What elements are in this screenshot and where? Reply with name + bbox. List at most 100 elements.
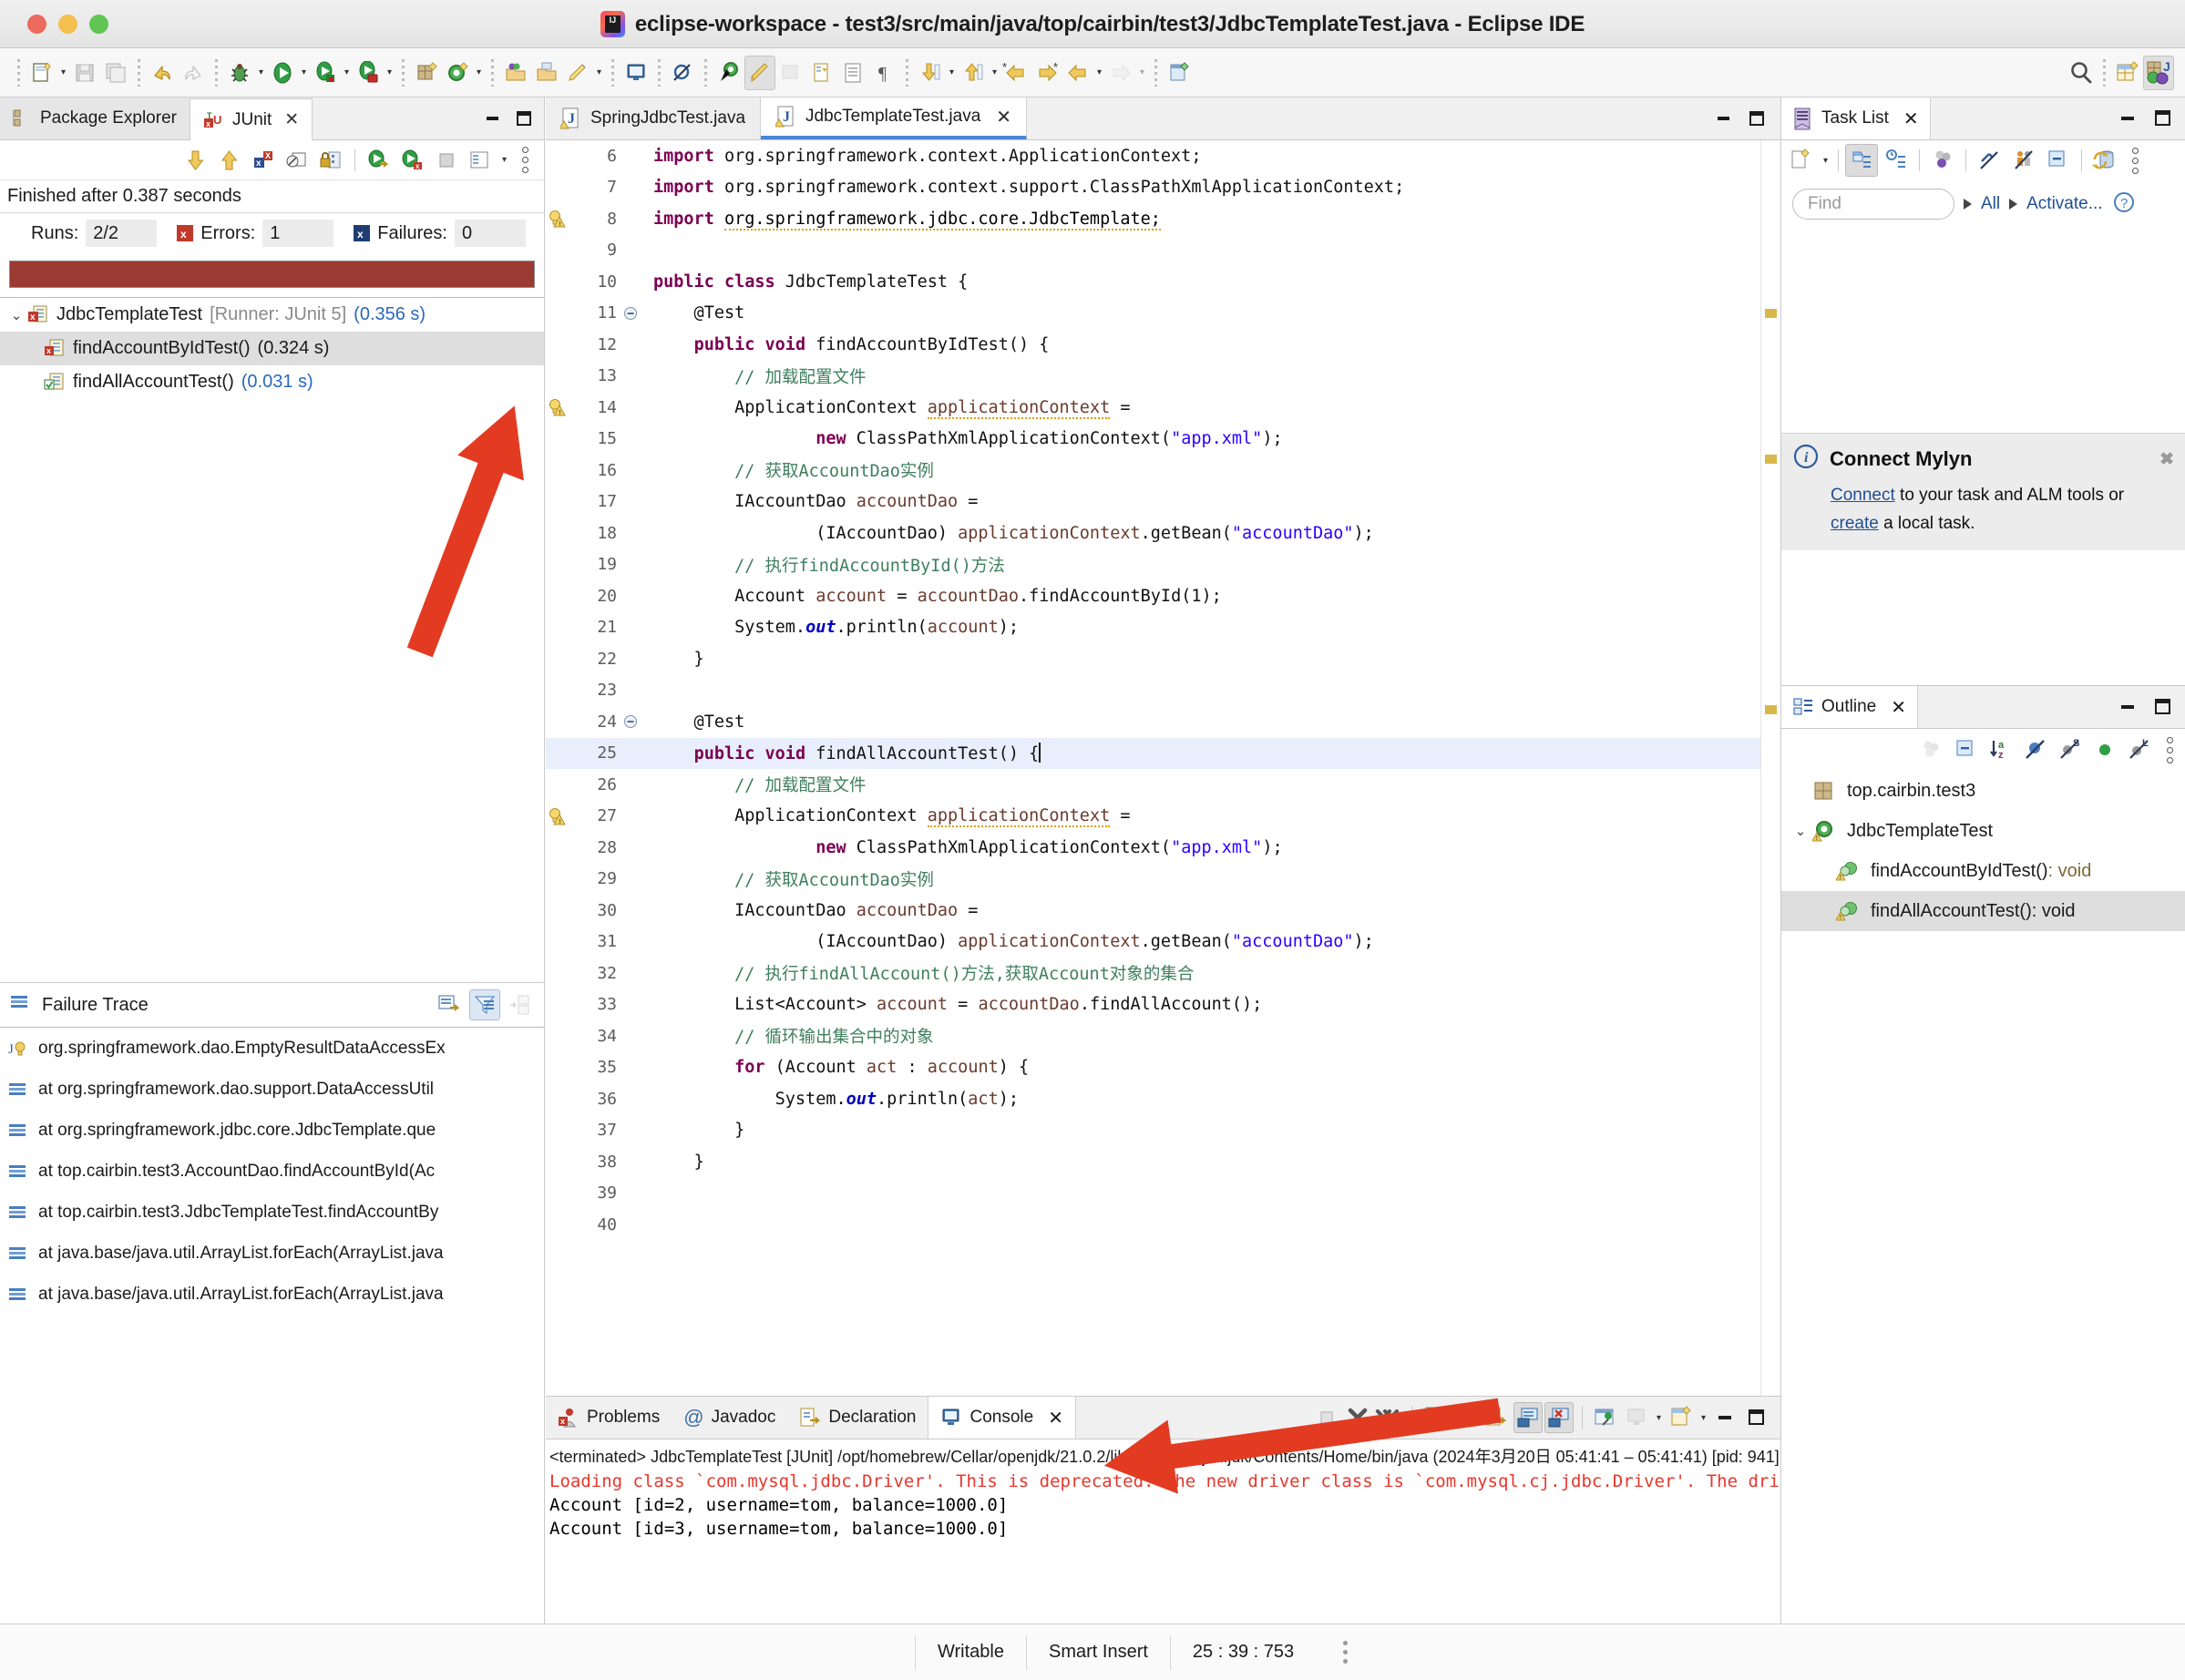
code-line[interactable]: 40 [546,1209,1780,1241]
new-class-dropdown[interactable]: ▾ [473,56,485,90]
tab-outline[interactable]: Outline ✕ [1781,686,1918,728]
categorized-presentation-icon[interactable] [1845,144,1878,177]
tab-task-list[interactable]: Task List ✕ [1781,97,1931,139]
skip-breakpoints-icon[interactable] [667,56,698,90]
hide-completed-icon[interactable] [2007,144,2040,177]
code-line[interactable]: 28 new ClassPathXmlApplicationContext("a… [546,832,1780,864]
tab-springjdbctest[interactable]: J SpringJdbcTest.java [546,97,762,139]
chevron-right-icon[interactable] [2009,199,2018,210]
tab-javadoc[interactable]: @ Javadoc [672,1397,787,1439]
run-config-dropdown[interactable]: ▾ [341,56,353,90]
list-item[interactable]: J org.springframework.dao.EmptyResultDat… [0,1028,544,1069]
minimize-window-button[interactable] [58,14,77,34]
kebab-menu-icon[interactable] [2123,140,2147,180]
unlink-icon[interactable] [1973,144,2005,177]
code-line[interactable]: 6 import org.springframework.context.Appl… [546,140,1780,172]
close-icon[interactable]: ✕ [1903,108,1919,130]
save-icon[interactable] [69,56,100,90]
list-item[interactable]: at org.springframework.jdbc.core.JdbcTem… [0,1110,544,1151]
next-annotation-dropdown[interactable]: ▾ [946,56,958,90]
list-item[interactable]: at java.base/java.util.ArrayList.forEach… [0,1233,544,1274]
collapse-all-icon[interactable] [1950,733,1983,766]
search-dropdown[interactable]: ▾ [593,56,605,90]
new-editor-icon[interactable] [1164,56,1195,90]
close-window-button[interactable] [27,14,46,34]
window-controls[interactable] [27,14,108,34]
next-annotation-icon[interactable] [915,56,946,90]
view-menu-icon[interactable] [465,145,496,176]
code-line[interactable]: 35 for (Account act : account) { [546,1052,1780,1084]
new-wizard-icon[interactable] [26,56,57,90]
display-selected-console-icon[interactable] [1622,1402,1651,1433]
chevron-right-icon[interactable] [1964,199,1972,210]
code-line[interactable]: 32 // 执行findAllAccount()方法,获取Account对象的集… [546,958,1780,989]
terminate-icon[interactable] [1312,1402,1341,1433]
code-line[interactable]: 31 (IAccountDao) applicationContext.getB… [546,927,1780,958]
show-whitespace-icon[interactable] [806,56,837,90]
filter-all-link[interactable]: All [1981,194,2000,214]
previous-failure-icon[interactable] [214,145,245,176]
code-line[interactable]: 37 } [546,1115,1780,1147]
code-line[interactable]: ! 14 ApplicationContext applicationContex… [546,392,1780,424]
code-line[interactable]: 7 import org.springframework.context.supp… [546,172,1780,204]
code-line[interactable]: 23 [546,675,1780,707]
toggle-mark-occurrences-icon[interactable] [744,55,775,90]
compare-result-icon[interactable] [435,989,466,1020]
copy-trace-icon[interactable] [504,989,535,1020]
table-row[interactable]: findAllAccountTest() (0.031 s) [0,365,544,399]
search-input[interactable]: Find [1792,189,1954,220]
show-console-on-output-icon[interactable] [1513,1402,1543,1433]
close-icon[interactable]: ✕ [284,109,299,130]
previous-annotation-icon[interactable] [958,56,989,90]
tab-jdbctemplatetest[interactable]: J JdbcTemplateTest.java ✕ [761,97,1028,139]
tab-problems[interactable]: x Problems [546,1397,672,1439]
code-line[interactable]: 11 @Test [546,298,1780,330]
show-console-on-error-icon[interactable] [1544,1402,1574,1433]
undo-icon[interactable] [147,56,178,90]
fold-collapse-icon[interactable] [621,714,641,729]
coverage-icon[interactable] [353,56,384,90]
pin-console-icon[interactable] [1591,1402,1620,1433]
code-line[interactable]: ! 27 ApplicationContext applicationContex… [546,801,1780,833]
forward-icon[interactable] [1105,56,1136,90]
code-line[interactable]: 24 @Test [546,706,1780,738]
minimize-icon[interactable] [1713,110,1735,127]
help-icon[interactable]: ? [2112,190,2136,219]
close-icon[interactable]: ✖ [2159,449,2174,470]
remove-launch-icon[interactable] [1343,1402,1372,1433]
view-menu-dropdown[interactable]: ▾ [498,143,510,178]
show-failures-only-icon[interactable]: xX [248,145,279,176]
hide-static-icon[interactable]: S [2054,733,2087,766]
previous-annotation-dropdown[interactable]: ▾ [989,56,1000,90]
ruler-warning-mark[interactable] [1765,309,1777,318]
code-line[interactable]: 17 IAccountDao accountDao = [546,487,1780,518]
close-icon[interactable]: ✕ [1891,696,1906,719]
code-line[interactable]: 21 System.out.println(account); [546,612,1780,644]
code-line[interactable]: 18 (IAccountDao) applicationContext.getB… [546,517,1780,549]
code-line[interactable]: 34 // 循环输出集合中的对象 [546,1020,1780,1052]
debug-dropdown[interactable]: ▾ [255,56,267,90]
code-line[interactable]: 36 System.out.println(act); [546,1083,1780,1115]
code-line[interactable]: 22 } [546,643,1780,675]
minimize-icon[interactable] [2118,699,2139,715]
open-console-icon[interactable] [1667,1402,1696,1433]
open-perspective-icon[interactable] [2112,56,2143,90]
kebab-menu-icon[interactable] [2158,730,2181,770]
create-link[interactable]: create [1831,514,1879,533]
open-console-view-icon[interactable] [621,56,651,90]
maximize-icon[interactable] [1746,110,1768,127]
code-line[interactable]: 26 // 加载配置文件 [546,769,1780,801]
pilcrow-icon[interactable]: ¶ [868,56,899,90]
connect-link[interactable]: Connect [1831,486,1895,505]
chevron-down-icon[interactable]: ⌄ [1789,823,1812,839]
open-type-icon[interactable] [500,56,531,90]
close-icon[interactable]: ✕ [1048,1407,1063,1429]
synchronize-icon[interactable] [2088,144,2121,177]
scroll-lock-icon[interactable] [1452,1402,1481,1433]
maximize-window-button[interactable] [89,14,108,34]
list-item[interactable]: at java.base/java.util.ArrayList.forEach… [0,1274,544,1315]
filter-activate-link[interactable]: Activate... [2026,194,2102,214]
collapse-all-icon[interactable] [2042,144,2075,177]
code-line[interactable]: 33 List<Account> account = accountDao.fi… [546,989,1780,1021]
maximize-icon[interactable] [2152,699,2174,715]
